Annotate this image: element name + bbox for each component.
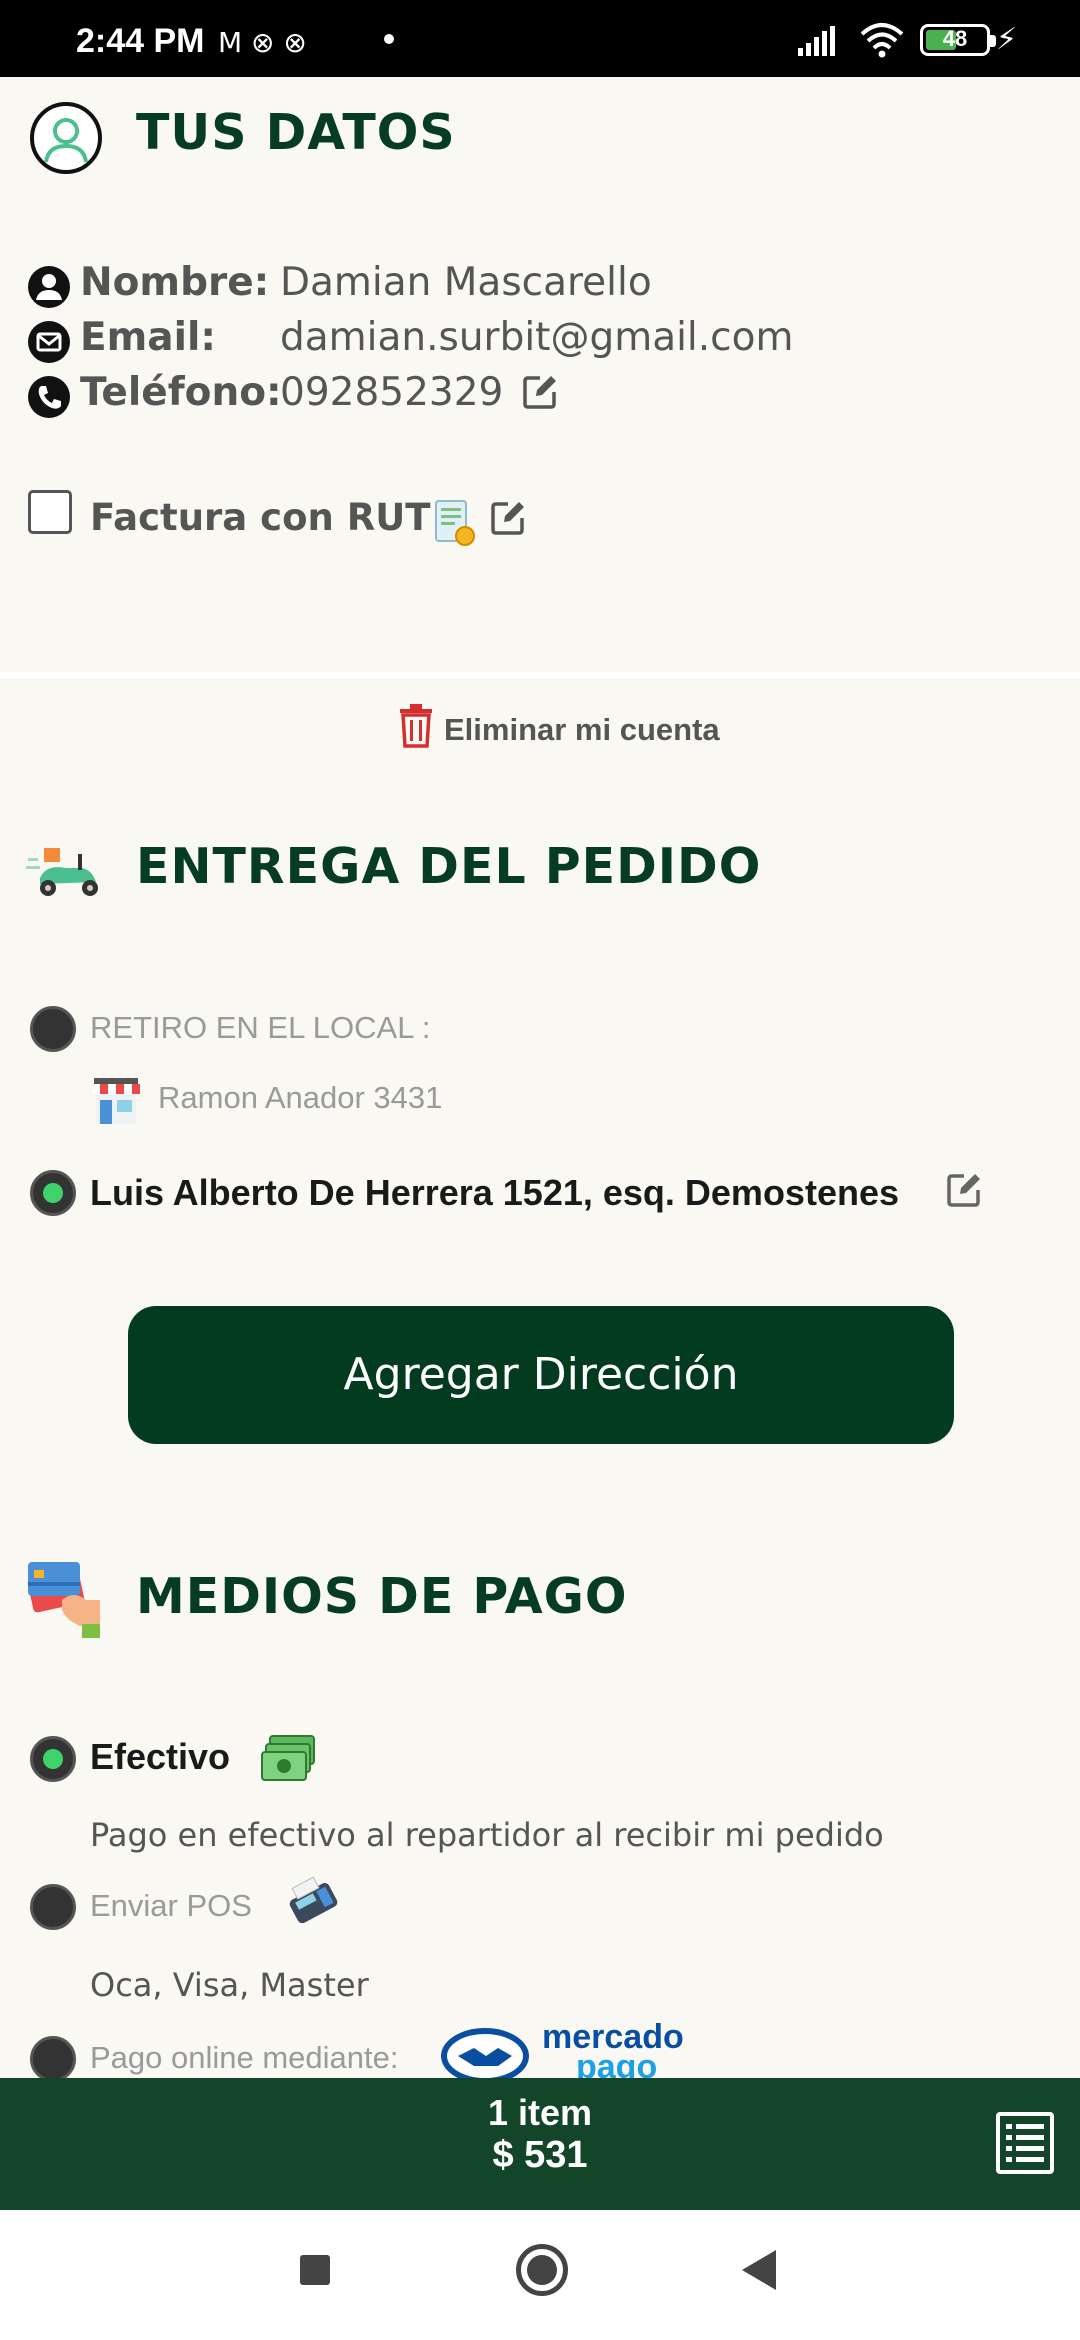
edit-phone-icon[interactable] xyxy=(520,372,560,412)
email-label: Email: xyxy=(80,315,216,360)
status-time: 2:44 PM xyxy=(76,22,205,60)
email-value: damian.surbit@gmail.com xyxy=(280,315,794,360)
mercadopago-handshake-icon xyxy=(441,2028,529,2084)
telefono-label: Teléfono: xyxy=(80,370,282,415)
efectivo-label: Efectivo xyxy=(90,1736,231,1777)
pos-radio[interactable] xyxy=(30,1884,76,1930)
charging-icon: ⚡ xyxy=(996,22,1018,57)
delete-account-label: Eliminar mi cuenta xyxy=(444,712,720,747)
wifi-icon xyxy=(860,23,904,58)
battery-level: 48 xyxy=(942,26,968,51)
edit-rut-icon[interactable] xyxy=(488,498,528,538)
system-navigation-bar xyxy=(0,2210,1080,2340)
address-radio-selected[interactable] xyxy=(30,1170,76,1216)
back-icon[interactable] xyxy=(742,2250,776,2290)
status-bar: 2:44 PM M ⊗ ⊗ 48 ⚡ xyxy=(0,0,1080,77)
pago-title: MEDIOS DE PAGO xyxy=(136,1568,628,1625)
cart-item-count: 1 item xyxy=(487,2092,593,2133)
store-icon xyxy=(92,1078,140,1124)
retiro-local-radio[interactable] xyxy=(30,1006,76,1052)
efectivo-description: Pago en efectivo al repartidor al recibi… xyxy=(90,1816,884,1854)
notification-icons: M ⊗ ⊗ xyxy=(218,26,307,59)
person-icon xyxy=(28,266,70,308)
add-address-button[interactable]: Agregar Dirección xyxy=(128,1306,954,1444)
online-payment-radio[interactable] xyxy=(30,2036,76,2082)
mercadopago-logo-text: mercado pago xyxy=(542,2018,684,2086)
local-address: Ramon Anador 3431 xyxy=(158,1080,443,1115)
battery-icon: 48 xyxy=(920,24,996,56)
pos-terminal-icon xyxy=(289,1876,338,1924)
edit-address-icon[interactable] xyxy=(944,1170,984,1210)
cart-summary-bar[interactable]: 1 item $ 531 xyxy=(0,2078,1080,2210)
telefono-value: 092852329 xyxy=(280,370,504,415)
selected-address: Luis Alberto De Herrera 1521, esq. Demos… xyxy=(90,1172,899,1213)
nombre-value: Damian Mascarello xyxy=(280,260,652,305)
order-list-icon[interactable] xyxy=(996,2112,1054,2174)
retiro-local-label: RETIRO EN EL LOCAL : xyxy=(90,1010,431,1045)
online-payment-label: Pago online mediante: xyxy=(90,2040,399,2075)
entrega-title: ENTREGA DEL PEDIDO xyxy=(136,838,762,895)
section-divider xyxy=(0,672,1080,678)
email-icon xyxy=(28,321,70,363)
factura-rut-label: Factura con RUT xyxy=(90,496,431,539)
efectivo-radio-selected[interactable] xyxy=(30,1736,76,1782)
cart-total: $ 531 xyxy=(492,2134,588,2176)
delivery-scooter-icon xyxy=(26,848,98,896)
signal-icon xyxy=(798,26,835,56)
notification-dot xyxy=(384,34,394,44)
phone-icon xyxy=(28,376,70,418)
invoice-icon xyxy=(435,500,475,546)
pos-description: Oca, Visa, Master xyxy=(90,1966,369,2004)
card-payment-icon xyxy=(27,1562,100,1638)
pos-label: Enviar POS xyxy=(90,1888,252,1923)
factura-rut-checkbox[interactable] xyxy=(28,490,72,534)
cash-icon xyxy=(261,1735,315,1781)
home-icon[interactable] xyxy=(516,2244,568,2296)
recent-apps-icon[interactable] xyxy=(300,2255,330,2285)
trash-icon xyxy=(400,704,432,748)
nombre-label: Nombre: xyxy=(80,260,270,305)
user-avatar-icon xyxy=(30,102,102,174)
datos-title: TUS DATOS xyxy=(136,104,456,161)
